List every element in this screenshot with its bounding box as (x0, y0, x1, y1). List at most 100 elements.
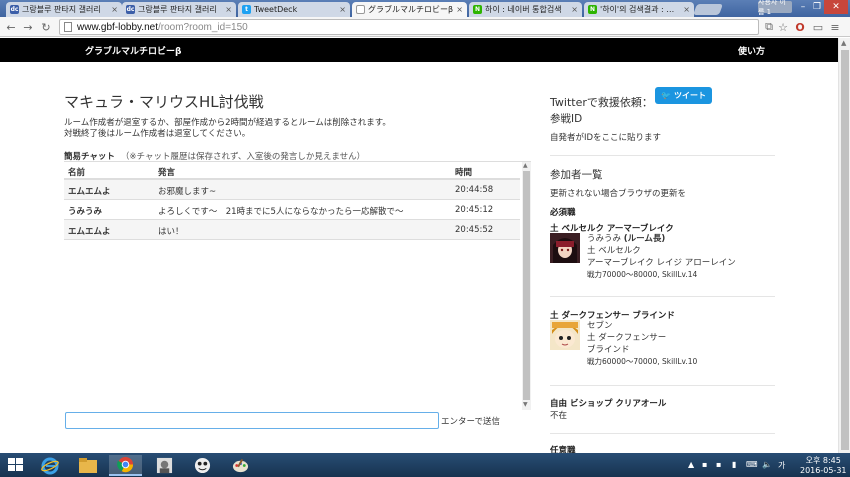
page-scrollbar[interactable]: ▲ (838, 38, 850, 453)
chat-name: うみうみ (68, 207, 103, 217)
browser-tab-6[interactable]: N '하이'의 검색결과 : 네이 × (584, 2, 694, 17)
scroll-up-icon[interactable]: ▲ (523, 162, 528, 169)
chrome-icon[interactable] (109, 455, 142, 476)
avatar (550, 320, 580, 350)
send-hint: エンターで送信 (441, 417, 500, 427)
room-owner-tag: (ルーム長) (623, 234, 666, 244)
address-bar[interactable]: www.gbf-lobby.net/room?room_id=150 (59, 19, 759, 35)
site-navbar: グラブルマルチロビーβ 使い方 (0, 38, 838, 62)
scroll-up-icon[interactable]: ▲ (841, 39, 846, 47)
close-tab-icon[interactable]: × (456, 5, 463, 14)
howto-link[interactable]: 使い方 (738, 44, 765, 57)
divider (550, 385, 775, 386)
new-tab-button[interactable] (692, 4, 724, 15)
participants-title: 参加者一覧 (550, 169, 603, 181)
close-tab-icon[interactable]: × (571, 5, 578, 14)
browser-tab-2[interactable]: dc 그랑블루 판타지 갤러리 × (122, 2, 236, 17)
ime-indicator[interactable]: 가 (778, 460, 785, 471)
chat-time: 20:45:52 (455, 225, 494, 235)
tab-title: '하이'의 검색결과 : 네이 (600, 5, 681, 14)
dc-icon: dc (10, 5, 19, 14)
chat-row: うみうみ よろしくです〜 21時までに5人にならなかったら一応解散で〜 20:4… (64, 200, 520, 220)
player-element-job: 土 ダークフェンサー (587, 333, 667, 343)
battle-id-hint: 自発者がIDをここに貼ります (550, 133, 662, 143)
close-tab-icon[interactable]: × (683, 5, 690, 14)
tray-icon[interactable]: ▪ (716, 460, 721, 469)
naver-icon: N (588, 5, 597, 14)
keyboard-icon[interactable]: ⌨ (746, 460, 758, 469)
profile-button[interactable]: 사용자 이름 1 (758, 0, 792, 16)
browser-tab-3[interactable]: t TweetDeck × (238, 2, 350, 17)
chat-header-row: 名前 発言 時間 (64, 162, 520, 180)
extension-icon[interactable]: O (793, 20, 807, 34)
clock-date: 2016-05-31 (800, 466, 847, 475)
slot-empty-player: 不在 (550, 411, 568, 421)
windows-start-icon[interactable] (8, 458, 24, 472)
required-label: 必須職 (550, 208, 576, 218)
chat-row: エムエムよ はい！ 20:45:52 (64, 220, 520, 240)
divider (550, 433, 775, 434)
paint-icon[interactable] (224, 455, 257, 476)
app-icon[interactable] (186, 455, 219, 476)
close-window-icon[interactable]: ✕ (824, 0, 848, 14)
chat-row: エムエムよ お邪魔します~ 20:44:58 (64, 180, 520, 200)
translate-icon[interactable]: ⧉ (762, 20, 776, 34)
chat-table: 名前 発言 時間 エムエムよ お邪魔します~ 20:44:58 うみうみ よろし… (64, 162, 520, 240)
page-icon (356, 5, 365, 14)
tab-title: TweetDeck (254, 5, 298, 14)
page-info-icon[interactable] (64, 22, 72, 32)
battle-id-label: 参戦ID (550, 113, 583, 125)
url-host: www.gbf-lobby.net (77, 21, 158, 33)
tab-title: グラブルマルチロビーβ (368, 5, 454, 14)
close-tab-icon[interactable]: × (111, 5, 118, 14)
player-stats: 戦力70000〜80000, SkillLv.14 (587, 270, 698, 279)
player-skills: アーマーブレイク レイジ アローレイン (587, 258, 736, 268)
chat-input[interactable] (65, 412, 439, 429)
twitter-icon: t (242, 5, 251, 14)
network-icon[interactable]: ▮ (732, 460, 736, 469)
close-tab-icon[interactable]: × (339, 5, 346, 14)
player-name[interactable]: うみうみ (587, 234, 621, 244)
file-explorer-icon[interactable] (71, 455, 104, 476)
browser-tab-1[interactable]: dc 그랑블루 판타지 갤러리 × (6, 2, 122, 17)
site-brand-link[interactable]: グラブルマルチロビーβ (85, 44, 181, 57)
refresh-hint: 更新されない場合ブラウザの更新を (550, 189, 687, 199)
browser-tab-4[interactable]: グラブルマルチロビーβ × (352, 2, 467, 17)
room-title: マキュラ・マリウスHL討伐戦 (64, 93, 264, 111)
clock-time: 오후 8:45 (805, 456, 841, 465)
cast-icon[interactable]: ▭ (811, 20, 825, 34)
windows-taskbar: ▲ ▪ ▪ ▮ ⌨ 🔈 가 오후 8:45 2016-05-31 (0, 453, 850, 477)
room-notice: 対戦終了後はルーム作成者は退室してください。 (64, 129, 251, 139)
close-tab-icon[interactable]: × (225, 5, 232, 14)
forward-icon[interactable]: → (21, 20, 35, 34)
divider (550, 155, 775, 156)
chat-message: はい！ (158, 227, 184, 237)
tray-expand-icon[interactable]: ▲ (688, 460, 694, 469)
ie-icon[interactable] (33, 455, 66, 476)
page-scroll-thumb[interactable] (841, 50, 849, 450)
chat-scroll-thumb[interactable] (523, 171, 530, 400)
scroll-down-icon[interactable]: ▼ (523, 401, 528, 408)
menu-icon[interactable]: ≡ (828, 20, 842, 34)
bookmark-star-icon[interactable]: ☆ (776, 20, 790, 34)
tweet-button[interactable]: 🐦 ツイート (655, 87, 712, 104)
reload-icon[interactable]: ↻ (39, 20, 53, 34)
tray-icon[interactable]: ▪ (702, 460, 707, 469)
chat-time: 20:44:58 (455, 185, 494, 195)
browser-tab-5[interactable]: N 하이 : 네이버 통합검색 × (469, 2, 582, 17)
tab-title: 그랑블루 판타지 갤러리 (138, 5, 217, 14)
volume-icon[interactable]: 🔈 (762, 460, 772, 469)
twitter-bird-icon: 🐦 (661, 91, 671, 100)
chat-log[interactable]: 名前 発言 時間 エムエムよ お邪魔します~ 20:44:58 うみうみ よろし… (64, 161, 531, 410)
tab-title: 하이 : 네이버 통합검색 (485, 5, 562, 14)
naver-icon: N (473, 5, 482, 14)
player-name[interactable]: セブン (587, 320, 697, 332)
app-icon[interactable] (148, 455, 181, 476)
back-icon[interactable]: ← (4, 20, 18, 34)
dc-icon: dc (126, 5, 135, 14)
participant-info: うみうみ (ルーム長) 土 ベルセルク アーマーブレイク レイジ アローレイン … (587, 233, 736, 281)
chat-scrollbar[interactable]: ▲ ▼ (522, 162, 531, 410)
taskbar-clock[interactable]: 오후 8:45 2016-05-31 (800, 456, 847, 476)
chat-message: お邪魔します~ (158, 187, 217, 197)
player-stats: 戦力60000〜70000, SkillLv.10 (587, 357, 698, 366)
